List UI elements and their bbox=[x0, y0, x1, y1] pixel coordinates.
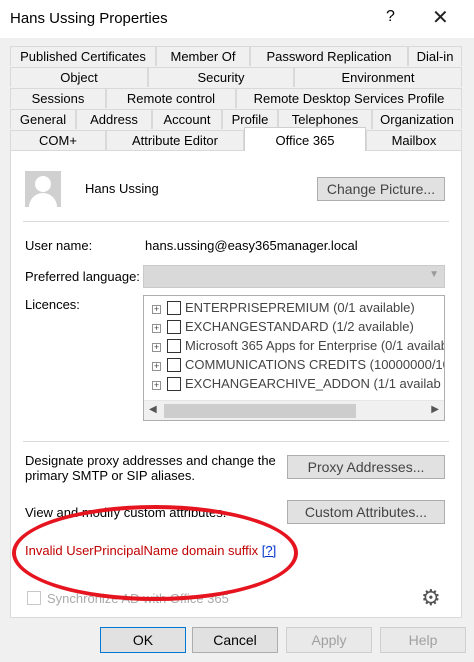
tab-row-5: COM+ Attribute Editor Office 365 Mailbox bbox=[10, 127, 462, 151]
tab-organization[interactable]: Organization bbox=[372, 109, 462, 129]
tab-mailbox[interactable]: Mailbox bbox=[366, 130, 462, 150]
username-value: hans.ussing@easy365manager.local bbox=[145, 238, 358, 253]
proxy-addresses-button[interactable]: Proxy Addresses... bbox=[287, 455, 445, 479]
scroll-right-icon[interactable]: ▶ bbox=[431, 404, 439, 415]
tab-security[interactable]: Security bbox=[148, 67, 294, 87]
tab-remote-desktop-services-profile[interactable]: Remote Desktop Services Profile bbox=[236, 88, 462, 108]
tab-environment[interactable]: Environment bbox=[294, 67, 462, 87]
custom-attributes-description: View and modify custom attributes. bbox=[25, 505, 227, 520]
expand-icon[interactable]: + bbox=[152, 343, 161, 352]
proxy-description-line1: Designate proxy addresses and change the bbox=[25, 453, 276, 468]
change-picture-button[interactable]: Change Picture... bbox=[317, 177, 445, 201]
tab-com-plus[interactable]: COM+ bbox=[10, 130, 106, 150]
expand-icon[interactable]: + bbox=[152, 305, 161, 314]
title-bar: Hans Ussing Properties ? ✕ bbox=[0, 0, 474, 38]
separator bbox=[23, 221, 449, 222]
tab-general[interactable]: General bbox=[10, 109, 76, 129]
licence-checkbox[interactable] bbox=[167, 358, 181, 372]
licence-checkbox[interactable] bbox=[167, 320, 181, 334]
preferred-language-select[interactable]: ▼ bbox=[143, 265, 445, 288]
tab-dial-in[interactable]: Dial-in bbox=[408, 46, 462, 66]
error-text: Invalid UserPrincipalName domain suffix bbox=[25, 543, 259, 558]
separator bbox=[23, 441, 449, 442]
chevron-down-icon: ▼ bbox=[429, 269, 439, 280]
tab-published-certificates[interactable]: Published Certificates bbox=[10, 46, 156, 66]
avatar-body bbox=[29, 193, 57, 207]
gear-icon[interactable]: ⚙ bbox=[421, 585, 441, 611]
preferred-language-label: Preferred language: bbox=[25, 269, 140, 284]
scrollbar-thumb[interactable] bbox=[164, 404, 356, 418]
cancel-button[interactable]: Cancel bbox=[192, 627, 278, 653]
username-label: User name: bbox=[25, 238, 93, 253]
error-help-link[interactable]: [?] bbox=[262, 543, 276, 558]
tab-remote-control[interactable]: Remote control bbox=[106, 88, 236, 108]
tab-member-of[interactable]: Member Of bbox=[156, 46, 250, 66]
licences-tree[interactable]: + ENTERPRISEPREMIUM (0/1 available) + EX… bbox=[143, 295, 445, 421]
proxy-description-line2: primary SMTP or SIP aliases. bbox=[25, 468, 196, 483]
licence-checkbox[interactable] bbox=[167, 339, 181, 353]
tab-row-1: Published Certificates Member Of Passwor… bbox=[10, 46, 462, 66]
licence-checkbox[interactable] bbox=[167, 301, 181, 315]
tab-office-365[interactable]: Office 365 bbox=[244, 127, 366, 151]
sync-checkbox[interactable] bbox=[27, 591, 41, 605]
error-message: Invalid UserPrincipalName domain suffix … bbox=[25, 543, 276, 558]
tab-password-replication[interactable]: Password Replication bbox=[250, 46, 408, 66]
office-365-panel: Hans Ussing Change Picture... User name:… bbox=[10, 150, 462, 618]
window-title: Hans Ussing Properties bbox=[10, 10, 168, 27]
tab-row-3: Sessions Remote control Remote Desktop S… bbox=[10, 88, 462, 108]
tab-address[interactable]: Address bbox=[76, 109, 152, 129]
licence-checkbox[interactable] bbox=[167, 377, 181, 391]
sync-label: Synchronize AD with Office 365 bbox=[47, 591, 229, 606]
help-icon[interactable]: ? bbox=[386, 8, 395, 26]
tab-object[interactable]: Object bbox=[10, 67, 148, 87]
tab-row-2: Object Security Environment bbox=[10, 67, 462, 87]
licences-label: Licences: bbox=[25, 297, 80, 312]
horizontal-scrollbar[interactable]: ◀ ▶ bbox=[144, 400, 444, 420]
avatar-head bbox=[35, 176, 51, 192]
scroll-left-icon[interactable]: ◀ bbox=[149, 404, 157, 415]
avatar bbox=[25, 171, 61, 207]
tab-telephones[interactable]: Telephones bbox=[278, 109, 372, 129]
tab-row-4: General Address Account Profile Telephon… bbox=[10, 109, 462, 129]
expand-icon[interactable]: + bbox=[152, 362, 161, 371]
close-icon[interactable]: ✕ bbox=[432, 5, 449, 30]
tab-sessions[interactable]: Sessions bbox=[10, 88, 106, 108]
custom-attributes-button[interactable]: Custom Attributes... bbox=[287, 500, 445, 524]
tab-profile[interactable]: Profile bbox=[222, 109, 278, 129]
help-button[interactable]: Help bbox=[380, 627, 466, 653]
apply-button[interactable]: Apply bbox=[286, 627, 372, 653]
user-display-name: Hans Ussing bbox=[85, 181, 159, 196]
expand-icon[interactable]: + bbox=[152, 324, 161, 333]
ok-button[interactable]: OK bbox=[100, 627, 186, 653]
expand-icon[interactable]: + bbox=[152, 381, 161, 390]
tab-attribute-editor[interactable]: Attribute Editor bbox=[106, 130, 244, 150]
tab-account[interactable]: Account bbox=[152, 109, 222, 129]
